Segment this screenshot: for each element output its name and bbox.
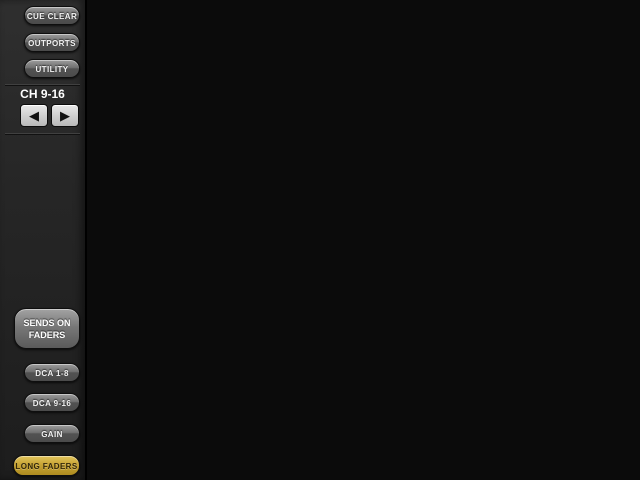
sidebar-divider [5,84,80,85]
sidebar: CUE CLEAR OUTPORTS UTILITY CH 9-16 ◀ ▶ S… [0,0,87,480]
cue-clear-button[interactable]: CUE CLEAR [24,6,80,25]
bank-prev-button[interactable]: ◀ [20,104,48,127]
long-faders-button[interactable]: LONG FADERS [13,455,80,476]
left-arrow-icon: ◀ [29,108,39,123]
utility-button[interactable]: UTILITY [24,59,80,78]
right-arrow-icon: ▶ [60,108,70,123]
sends-on-faders-button[interactable]: SENDS ON FADERS [14,308,80,349]
sends-on-faders-line2: FADERS [15,329,79,341]
gain-button[interactable]: GAIN [24,424,80,443]
channel-strips [87,0,640,480]
outports-button[interactable]: OUTPORTS [24,33,80,52]
dca-9-16-button[interactable]: DCA 9-16 [24,393,80,412]
bank-next-button[interactable]: ▶ [51,104,79,127]
dca-1-8-button[interactable]: DCA 1-8 [24,363,80,382]
channel-bank-label: CH 9-16 [0,87,85,101]
sidebar-divider [5,133,80,134]
sends-on-faders-line1: SENDS ON [15,317,79,329]
